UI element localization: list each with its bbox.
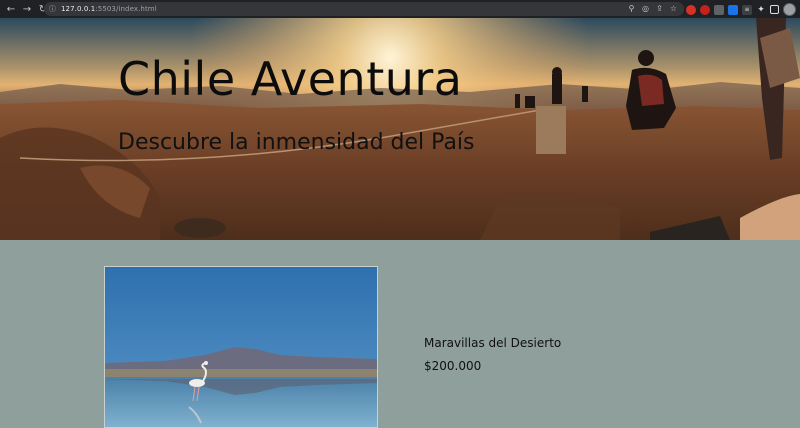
back-icon[interactable]: ← bbox=[4, 2, 18, 16]
zoom-icon[interactable]: ⚲ bbox=[627, 4, 636, 13]
profile-icon[interactable] bbox=[783, 3, 796, 16]
site-info-icon[interactable]: ⓘ bbox=[49, 5, 57, 13]
forward-icon[interactable]: → bbox=[20, 2, 34, 16]
page-title: Chile Aventura bbox=[118, 52, 463, 106]
product-price: $200.000 bbox=[424, 359, 482, 373]
lens-icon[interactable]: ◎ bbox=[641, 4, 650, 13]
extensions-icon[interactable]: ✦ bbox=[756, 5, 766, 15]
share-icon[interactable]: ⇪ bbox=[655, 4, 664, 13]
address-bar[interactable]: ⓘ 127.0.0.1:5503/index.html ⚲ ◎ ⇪ ☆ bbox=[44, 2, 684, 16]
extension-blue-icon[interactable] bbox=[728, 4, 738, 15]
product-image[interactable] bbox=[104, 266, 378, 428]
product-info: Maravillas del Desierto $200.000 bbox=[424, 336, 561, 373]
extension-adblock-icon[interactable] bbox=[700, 4, 710, 15]
extension-red-icon[interactable] bbox=[686, 4, 696, 15]
address-url[interactable]: 127.0.0.1:5503/index.html bbox=[61, 5, 157, 13]
sidebar-icon[interactable] bbox=[770, 5, 779, 14]
page-subtitle: Descubre la inmensidad del País bbox=[118, 130, 475, 155]
hero-banner: Chile Aventura Descubre la inmensidad de… bbox=[0, 18, 800, 240]
flamingo-lagoon-image bbox=[105, 267, 377, 427]
extension-dev-icon[interactable]: ≡ bbox=[742, 4, 752, 15]
extension-gray-icon[interactable] bbox=[714, 4, 724, 15]
bookmark-star-icon[interactable]: ☆ bbox=[669, 4, 678, 13]
product-name: Maravillas del Desierto bbox=[424, 336, 562, 350]
browser-toolbar: ← → ↻ ⓘ 127.0.0.1:5503/index.html ⚲ ◎ ⇪ … bbox=[0, 0, 800, 18]
